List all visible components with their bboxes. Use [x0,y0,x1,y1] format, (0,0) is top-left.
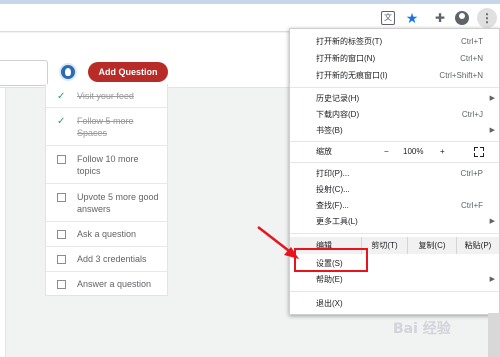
menu-separator [290,87,499,88]
menu-item-label: 投射(C)... [316,185,350,194]
menu-item-label: 打开新的标签页(T) [316,37,383,46]
menu-separator [290,291,499,292]
submenu-arrow-icon: ▶ [489,95,495,102]
menu-item-new-tab[interactable]: 打开新的标签页(T) Ctrl+T [290,33,499,50]
checkmark-icon: ✓ [57,116,66,127]
menu-item-label: 帮助(E) [316,275,343,284]
checkbox[interactable] [57,280,66,289]
menu-item-bookmarks[interactable]: 书签(B) ▶ [290,122,499,139]
checkbox[interactable] [57,255,66,264]
menu-item-print[interactable]: 打印(P)... Ctrl+P [290,165,499,182]
extensions-icon[interactable]: ✚ [433,11,447,25]
checklist-item[interactable]: ✓ Visit your feed [46,84,168,108]
checkmark-icon: ✓ [57,91,66,102]
menu-item-cast[interactable]: 投射(C)... [290,181,499,198]
checklist-item[interactable]: Add 3 credentials [46,247,168,272]
checklist-item-label: Add 3 credentials [77,254,147,264]
checklist-item[interactable]: ✓ Follow 5 more Spaces [46,108,168,146]
checklist-item-label: Follow 5 more Spaces [77,116,134,138]
translate-icon[interactable]: 文 [381,11,395,25]
menu-item-shortcut: Ctrl+J [461,110,483,119]
menu-item-label: 书签(B) [316,126,343,135]
menu-item-label: 历史记录(H) [316,94,360,103]
menu-item-help[interactable]: 帮助(E) ▶ [290,271,499,288]
submenu-arrow-icon: ▶ [489,276,495,283]
menu-item-label: 打印(P)... [316,169,350,178]
checklist-item-label: Answer a question [77,279,152,289]
menu-item-downloads[interactable]: 下载内容(D) Ctrl+J [290,106,499,123]
submenu-arrow-icon: ▶ [489,218,495,225]
checklist-item-label: Ask a question [77,229,137,239]
menu-item-label: 查找(F)... [316,201,349,210]
zoom-in-button[interactable]: + [440,144,445,160]
menu-item-find[interactable]: 查找(F)... Ctrl+F [290,197,499,214]
checkbox[interactable] [57,230,66,239]
checkbox[interactable] [57,193,66,202]
zoom-row: 缩放 − 100% + [290,144,499,160]
checklist-item[interactable]: Ask a question [46,222,168,247]
account-icon[interactable] [455,11,469,25]
menu-item-label: 退出(X) [316,299,343,308]
checklist-item-label: Follow 10 more topics [77,154,139,176]
menu-item-history[interactable]: 历史记录(H) ▶ [290,90,499,107]
search-input[interactable] [0,60,48,86]
checklist-item[interactable]: Follow 10 more topics [46,146,168,184]
settings-highlight-box [294,248,368,272]
scrollbar-thumb[interactable] [488,313,500,357]
menu-separator [290,162,499,163]
menu-item-shortcut: Ctrl+T [461,37,483,46]
menu-item-new-window[interactable]: 打开新的窗口(N) Ctrl+N [290,50,499,67]
menu-item-shortcut: Ctrl+Shift+N [439,71,483,80]
zoom-label: 缩放 [316,147,332,156]
paste-button[interactable]: 粘贴(P) [456,237,499,254]
checklist-item-label: Visit your feed [77,91,134,101]
menu-separator [290,141,499,142]
menu-item-shortcut: Ctrl+P [460,169,483,178]
menu-item-label: 打开新的无痕窗口(I) [316,71,388,80]
zoom-out-button[interactable]: − [384,144,389,160]
fullscreen-icon[interactable] [474,147,484,157]
menu-item-more-tools[interactable]: 更多工具(L) ▶ [290,213,499,230]
menu-item-shortcut: Ctrl+N [460,54,483,63]
menu-item-exit[interactable]: 退出(X) [290,295,499,312]
checkbox[interactable] [57,155,66,164]
add-question-button[interactable]: Add Question [88,62,168,82]
submenu-arrow-icon: ▶ [489,127,495,134]
menu-separator [290,233,499,234]
bookmark-star-icon[interactable]: ★ [405,11,419,25]
checklist-item[interactable]: Upvote 5 more good answers [46,184,168,222]
checklist-item[interactable]: Answer a question [46,272,168,296]
menu-item-label: 下载内容(D) [316,110,360,119]
copy-button[interactable]: 复制(C) [407,237,456,254]
zoom-level: 100% [403,147,424,156]
menu-kebab-icon[interactable]: ⋮ [477,8,497,28]
menu-item-incognito[interactable]: 打开新的无痕窗口(I) Ctrl+Shift+N [290,67,499,84]
avatar[interactable] [59,63,77,81]
onboarding-checklist: ✓ Visit your feed ✓ Follow 5 more Spaces… [45,84,168,296]
left-sidebar-edge [0,88,6,357]
menu-item-label: 打开新的窗口(N) [316,54,376,63]
menu-item-label: 更多工具(L) [316,217,358,226]
menu-item-shortcut: Ctrl+F [461,201,483,210]
checklist-item-label: Upvote 5 more good answers [77,192,159,214]
watermark: Bai 经验 [393,321,451,337]
